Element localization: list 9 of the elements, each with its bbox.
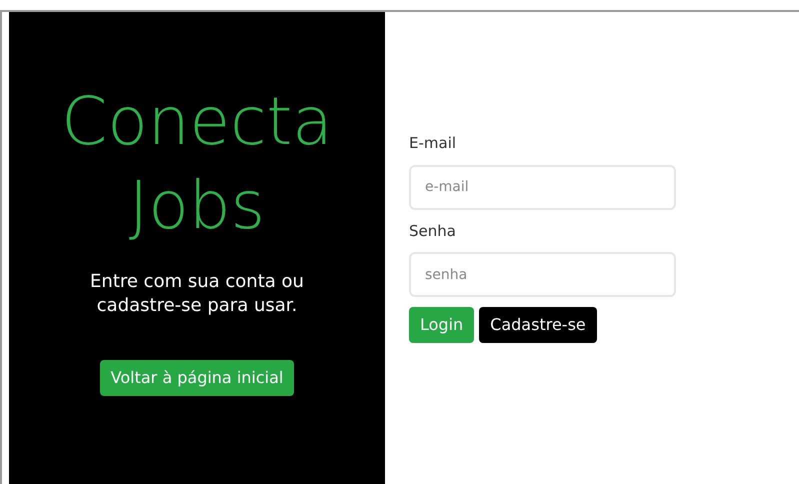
signup-button[interactable]: Cadastre-se <box>479 307 597 343</box>
field-label: E-mail <box>409 133 458 154</box>
input-field[interactable]: senha <box>409 252 676 297</box>
back-button[interactable]: Voltar à página inicial <box>100 360 294 396</box>
field-label: Senha <box>409 220 457 242</box>
subtitle: Entre com sua conta ou cadastre-se para usar. <box>89 270 305 318</box>
brand-title: Conecta Jobs <box>61 82 333 246</box>
input-field[interactable]: e-mail <box>409 164 676 210</box>
login-button[interactable]: Login <box>409 307 474 343</box>
